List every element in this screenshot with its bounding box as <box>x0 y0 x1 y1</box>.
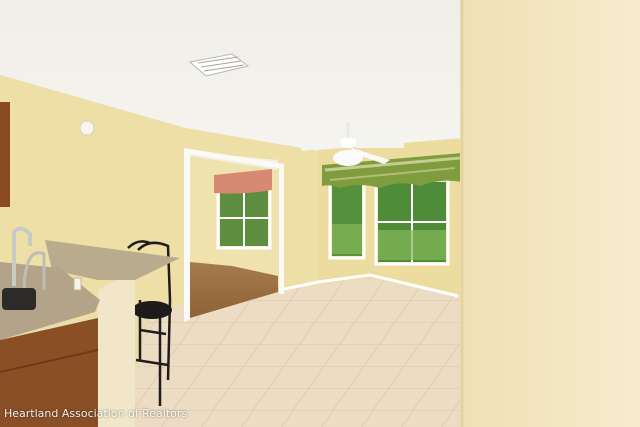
outlet <box>73 277 82 291</box>
counter-side <box>98 270 135 427</box>
cabinet-edge <box>0 102 10 207</box>
sink <box>2 288 36 310</box>
smoke-detector <box>79 120 95 136</box>
watermark: Heartland Association of Realtors <box>4 407 188 420</box>
dining-room-photo: Heartland Association of Realtors <box>0 0 640 427</box>
stool-seat <box>132 301 172 319</box>
right-wall <box>460 0 640 427</box>
room-illustration <box>0 0 640 427</box>
